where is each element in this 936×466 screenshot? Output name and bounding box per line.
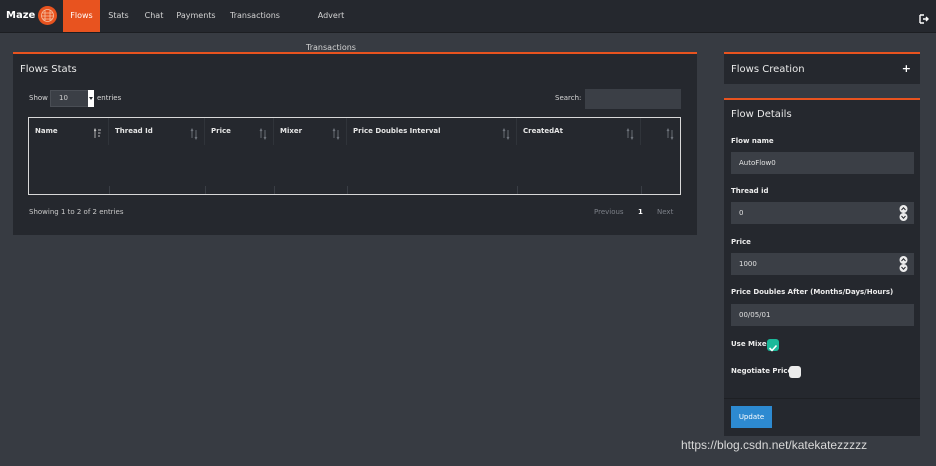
negotiate-price-label: Negotiate Price [731,367,793,375]
column-header-name[interactable]: Name [29,118,109,145]
brand-logo-icon[interactable] [38,6,57,25]
column-divider [347,186,348,194]
column-divider [641,186,642,194]
column-header-price[interactable]: Price [205,118,274,145]
thread-id-label: Thread id [731,187,769,195]
pagination-next[interactable]: Next [657,208,673,216]
nav-item-transactions[interactable]: Transactions [229,0,281,32]
column-header-extra[interactable] [641,118,680,145]
panel-title-flows-creation: Flows Creation [731,64,805,75]
price-doubles-input[interactable] [731,304,914,326]
column-header-label: Mixer [280,127,303,135]
thread-id-input[interactable] [731,202,914,224]
search-label: Search: [555,94,582,102]
flows-creation-panel[interactable]: Flows Creation + [724,52,920,84]
column-header-label: Price [211,127,231,135]
sort-icon [502,125,510,141]
price-input[interactable] [731,253,914,275]
sort-asc-icon [93,125,102,138]
flow-name-label: Flow name [731,137,774,145]
flows-table: Name Thread Id Price Mixer Price Doubles… [28,117,681,195]
divider [724,398,920,399]
use-mixer-checkbox[interactable] [767,339,779,352]
column-divider [205,186,206,194]
show-label: Show [29,94,48,102]
panel-title-flows-stats: Flows Stats [20,64,77,75]
column-header-label: CreatedAt [523,127,563,135]
number-spinner-icon[interactable] [898,204,909,222]
column-header-label: Price Doubles Interval [353,127,441,135]
panel-title-flow-details: Flow Details [731,109,792,120]
table-info: Showing 1 to 2 of 2 entries [29,208,124,216]
column-header-created-at[interactable]: CreatedAt [517,118,641,145]
negotiate-price-checkbox[interactable] [789,366,801,378]
use-mixer-label: Use Mixer [731,340,771,348]
column-divider [109,186,110,194]
number-spinner-icon[interactable] [898,255,909,273]
sort-icon [259,125,267,141]
logout-icon[interactable] [918,10,930,24]
flow-details-panel: Flow Details Flow name Thread id Price P… [724,98,920,436]
update-button[interactable]: Update [731,406,772,428]
nav-item-advert-transactions[interactable]: Advert Transactions [293,0,369,52]
column-header-label: Name [35,127,58,135]
plus-icon[interactable]: + [902,62,911,75]
pagination-page-1[interactable]: 1 [638,208,643,216]
sort-icon [190,125,198,141]
column-divider [517,186,518,194]
brand-name[interactable]: Maze [6,0,35,32]
column-header-thread-id[interactable]: Thread Id [109,118,205,145]
column-header-label: Thread Id [115,127,153,135]
pagination-previous[interactable]: Previous [594,208,624,216]
column-divider [274,186,275,194]
top-navbar: Maze Flows Stats Chat Payments Transacti… [0,0,936,52]
sort-icon [332,125,340,141]
column-header-price-doubles-interval[interactable]: Price Doubles Interval [347,118,517,145]
nav-item-payments[interactable]: Payments [176,0,216,32]
watermark-text: https://blog.csdn.net/katekatezzzzz [681,438,868,452]
entries-label: entries [97,94,122,102]
price-doubles-label: Price Doubles After (Months/Days/Hours) [731,288,894,296]
sort-icon [626,125,634,141]
nav-item-stats[interactable]: Stats [105,0,132,32]
flow-name-input[interactable] [731,152,914,174]
column-header-mixer[interactable]: Mixer [274,118,347,145]
nav-item-flows[interactable]: Flows [63,0,100,32]
flows-stats-panel: Flows Stats Show 10 entries Search: Name… [13,52,697,235]
nav-item-chat[interactable]: Chat [142,0,166,32]
price-label: Price [731,238,751,246]
search-input[interactable] [585,89,681,109]
chevron-down-icon[interactable] [88,90,94,107]
sort-icon [666,125,674,141]
